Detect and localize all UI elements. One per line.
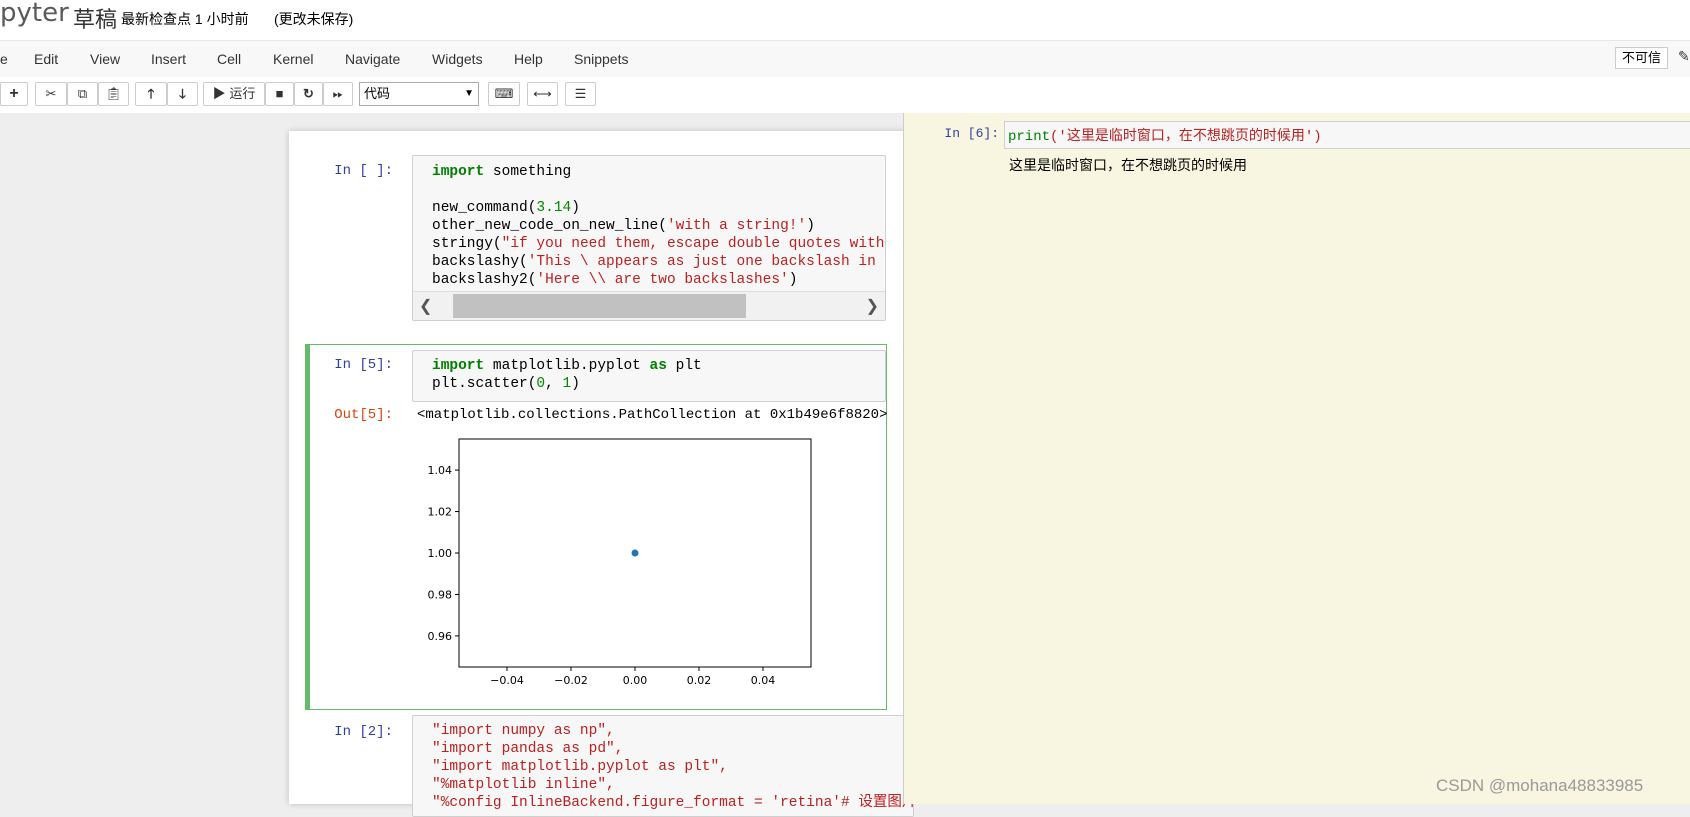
code-line: import matplotlib.pyplot as plt: [432, 358, 702, 374]
toc-button[interactable]: ☰: [565, 82, 596, 106]
cell-2-out-prompt: Out[5]:: [334, 407, 393, 423]
interrupt-button[interactable]: ■: [265, 82, 294, 106]
scratchpad-prompt: In [6]:: [944, 126, 999, 141]
watermark: CSDN @mohana48833985: [1436, 776, 1644, 795]
arrow-down-icon: 🡓: [179, 86, 186, 101]
play-icon: ▶: [212, 86, 226, 101]
insert-cell-button[interactable]: +: [0, 82, 28, 106]
paste-icon: 📋︎: [105, 86, 122, 101]
y-tick-label: 1.02: [428, 506, 453, 519]
cell-3-input[interactable]: "import numpy as np", "import pandas as …: [412, 715, 914, 817]
cell-2-prompt: In [5]:: [334, 357, 393, 373]
code-line: plt.scatter(0, 1): [432, 376, 580, 392]
move-down-button[interactable]: 🡓: [167, 82, 198, 106]
menu-file[interactable]: e: [0, 51, 8, 67]
menu-navigate[interactable]: Navigate: [345, 51, 400, 67]
code-line: import something: [432, 164, 572, 180]
cell-type-value: 代码: [364, 86, 391, 101]
notebook-page: In [ ]: import something new_command(3.1…: [289, 131, 914, 817]
code-line: new_command(3.14): [432, 200, 580, 216]
copy-icon: ⧉: [77, 86, 88, 101]
toolbar: + ✂ ⧉ 📋︎ 🡑 🡓 ▶ 运行 ■ ↻ ⏩︎ 代码 ▼ ⌨ ⟷ ☰: [0, 77, 1690, 113]
code-line: "%config InlineBackend.figure_format = '…: [432, 795, 914, 811]
y-tick-label: 1.00: [428, 547, 453, 560]
toggle-width-button[interactable]: ⟷: [527, 82, 558, 106]
notebook-title[interactable]: 草稿: [73, 2, 117, 34]
jupyter-logo[interactable]: pyter: [0, 0, 69, 28]
x-tick-label: −0.04: [490, 674, 524, 687]
cell-1-input[interactable]: import something new_command(3.14) other…: [412, 155, 886, 321]
checkpoint-status: 最新检查点 1 小时前: [121, 11, 249, 27]
scrollbar-thumb[interactable]: [453, 294, 746, 318]
cell-2-input[interactable]: import matplotlib.pyplot as plt plt.scat…: [412, 350, 886, 402]
scratchpad-code-fn: print: [1008, 129, 1051, 145]
paste-button[interactable]: 📋︎: [98, 82, 129, 106]
cut-button[interactable]: ✂: [35, 82, 67, 106]
code-line: other_new_code_on_new_line('with a strin…: [432, 218, 815, 234]
chevron-down-icon: ▼: [464, 88, 474, 99]
keyboard-icon: ⌨: [494, 86, 514, 101]
restart-run-all-button[interactable]: ⏩︎: [323, 82, 353, 106]
y-tick-label: 0.98: [428, 588, 453, 601]
move-up-button[interactable]: 🡑: [135, 82, 167, 106]
x-tick-label: 0.00: [623, 674, 648, 687]
copy-button[interactable]: ⧉: [67, 82, 98, 106]
scratchpad-panel: In [6]: print('这里是临时窗口，在不想跳页的时候用') 这里是临时…: [903, 113, 1690, 804]
scratchpad-code-string: ('这里是临时窗口，在不想跳页的时候用'): [1050, 129, 1322, 145]
fast-forward-icon: ⏩︎: [332, 86, 344, 101]
cell-type-select[interactable]: 代码 ▼: [359, 82, 479, 106]
menu-bar: e Edit View Insert Cell Kernel Navigate …: [0, 40, 1690, 78]
code-line: "%matplotlib inline",: [432, 777, 615, 793]
restart-icon: ↻: [303, 86, 314, 101]
scratchpad-code: print('这里是临时窗口，在不想跳页的时候用'): [1008, 125, 1322, 145]
cell-1-code: import something new_command(3.14) other…: [432, 163, 886, 289]
autosave-status: (更改未保存): [274, 11, 354, 27]
plus-icon: +: [9, 85, 19, 102]
arrows-horizontal-icon: ⟷: [533, 86, 552, 101]
cell-2-output-text: <matplotlib.collections.PathCollection a…: [417, 407, 888, 423]
x-tick-label: −0.02: [554, 674, 588, 687]
menu-widgets[interactable]: Widgets: [432, 51, 483, 67]
y-tick-label: 0.96: [428, 630, 453, 643]
stop-icon: ■: [275, 86, 284, 101]
scatter-plot: −0.04 −0.02 0.00 0.02 0.04 0.96 0.98 1.00 1.02 1.…: [428, 438, 812, 687]
menu-view[interactable]: View: [90, 51, 120, 67]
cell-2-code: import matplotlib.pyplot as plt plt.scat…: [432, 357, 702, 393]
scroll-left-icon[interactable]: ❮: [419, 296, 432, 316]
code-line: backslashy('This \ appears as just one b…: [432, 254, 885, 270]
menu-cell[interactable]: Cell: [217, 51, 241, 67]
restart-button[interactable]: ↻: [294, 82, 323, 106]
edit-pencil-icon[interactable]: ✎: [1678, 48, 1690, 65]
code-line: "import matplotlib.pyplot as plt",: [432, 759, 728, 775]
trust-indicator[interactable]: 不可信: [1615, 47, 1669, 69]
code-line: "import numpy as np",: [432, 723, 615, 739]
scratchpad-input[interactable]: print('这里是临时窗口，在不想跳页的时候用'): [1004, 121, 1690, 149]
x-tick-label: 0.02: [687, 674, 712, 687]
cell-3-prompt: In [2]:: [334, 724, 393, 740]
code-line: "import pandas as pd",: [432, 741, 624, 757]
scroll-right-icon[interactable]: ❯: [866, 296, 879, 316]
scatter-point: [631, 549, 639, 557]
cell-1-prompt: In [ ]:: [334, 163, 393, 179]
cell-3-code: "import numpy as np", "import pandas as …: [432, 722, 914, 812]
horizontal-scrollbar[interactable]: ❮ ❯: [413, 291, 885, 320]
menu-help[interactable]: Help: [514, 51, 543, 67]
menu-insert[interactable]: Insert: [151, 51, 186, 67]
menu-edit[interactable]: Edit: [34, 51, 58, 67]
code-line: backslashy2('Here \\ are two backslashes…: [432, 272, 798, 288]
menu-snippets[interactable]: Snippets: [574, 51, 628, 67]
run-label: 运行: [229, 86, 256, 101]
header: pyter 草稿 最新检查点 1 小时前 (更改未保存): [0, 0, 1690, 40]
scissors-icon: ✂: [45, 86, 57, 101]
menu-kernel[interactable]: Kernel: [273, 51, 313, 67]
x-tick-label: 0.04: [751, 674, 776, 687]
arrow-up-icon: 🡑: [147, 86, 155, 101]
list-icon: ☰: [574, 86, 587, 101]
y-tick-label: 1.04: [428, 464, 453, 477]
command-palette-button[interactable]: ⌨: [488, 82, 520, 106]
code-line: stringy("if you need them, escape double…: [432, 236, 886, 252]
run-button[interactable]: ▶ 运行: [203, 82, 265, 106]
scratchpad-output: 这里是临时窗口，在不想跳页的时候用: [1009, 157, 1247, 173]
